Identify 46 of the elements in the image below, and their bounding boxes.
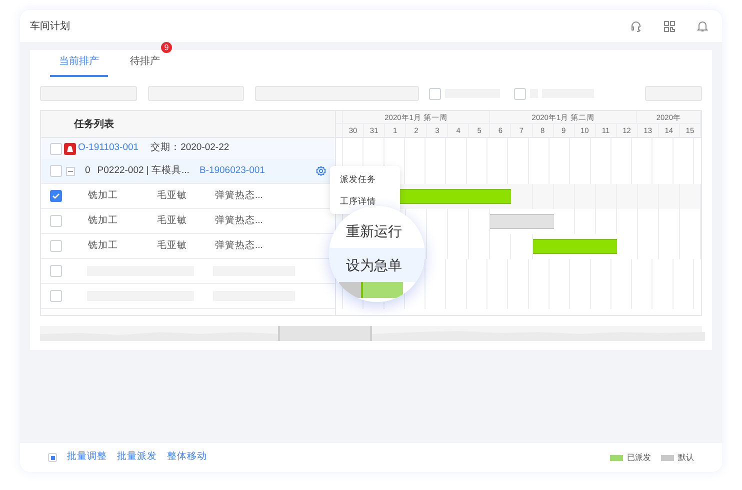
table-cell-text: 铣加工 (88, 188, 119, 203)
due-date: 交期：2020-02-22 (150, 141, 230, 156)
group-row[interactable]: 0 P0222-002 | 车模具... B-1906023-001 (41, 159, 335, 184)
table-cell-text: 铣加工 (88, 238, 119, 253)
headset-icon[interactable] (630, 20, 642, 32)
order-number[interactable]: O-191103-001 (78, 141, 139, 156)
table-cell-text: 弹簧热态... (215, 188, 263, 203)
legend-label: 默认 (678, 452, 694, 464)
schedule-bar-segment[interactable] (490, 214, 512, 229)
qr-code-icon[interactable] (664, 20, 675, 32)
product-text: P0222-002 | 车模具... (97, 164, 190, 178)
table-cell-text: 毛亚敏 (157, 238, 188, 253)
input-field[interactable] (148, 86, 244, 101)
sequence-number: 0 (85, 164, 90, 178)
column-header: 任务列表 (74, 118, 114, 132)
table-cell-text: 毛亚敏 (157, 188, 188, 203)
count-badge: 9 (161, 42, 172, 53)
range-handle[interactable] (278, 326, 372, 341)
collapse-icon[interactable] (66, 166, 75, 176)
settings-icon[interactable] (316, 166, 326, 176)
schedule-bar-segment[interactable] (596, 239, 617, 254)
tab[interactable]: 待排产 (128, 54, 162, 77)
bell-icon[interactable] (697, 20, 708, 32)
action-link[interactable]: 整体移动 (167, 450, 207, 465)
select-all-checkbox[interactable] (48, 453, 57, 462)
page-title: 车间计划 (30, 20, 70, 34)
schedule-bar-segment[interactable] (532, 239, 554, 254)
action-link[interactable]: 批量派发 (117, 450, 157, 465)
menu-item[interactable]: 设为急单 (329, 248, 425, 282)
input-field[interactable] (255, 86, 419, 101)
table-cell-text: 弹簧热态... (215, 238, 263, 253)
order-row[interactable]: O-191103-001 交期：2020-02-22 (41, 138, 335, 159)
schedule-bar-segment[interactable] (490, 189, 512, 204)
input-field[interactable] (40, 86, 137, 101)
menu-item[interactable]: 工序详情 (340, 194, 400, 208)
menu-item[interactable]: 派发任务 (340, 172, 400, 186)
table-cell-text: 弹簧热态... (215, 214, 263, 228)
checkbox[interactable] (50, 190, 62, 202)
schedule-bar-segment[interactable] (532, 214, 554, 229)
table-cell-text: 毛亚敏 (157, 214, 188, 228)
legend-label: 已派发 (627, 452, 651, 464)
table-cell-text: 铣加工 (88, 214, 119, 228)
action-link[interactable]: 批量调整 (67, 450, 107, 465)
tab[interactable]: 当前排产 (50, 54, 108, 77)
check-icon (52, 192, 60, 200)
input-field[interactable] (645, 86, 702, 101)
